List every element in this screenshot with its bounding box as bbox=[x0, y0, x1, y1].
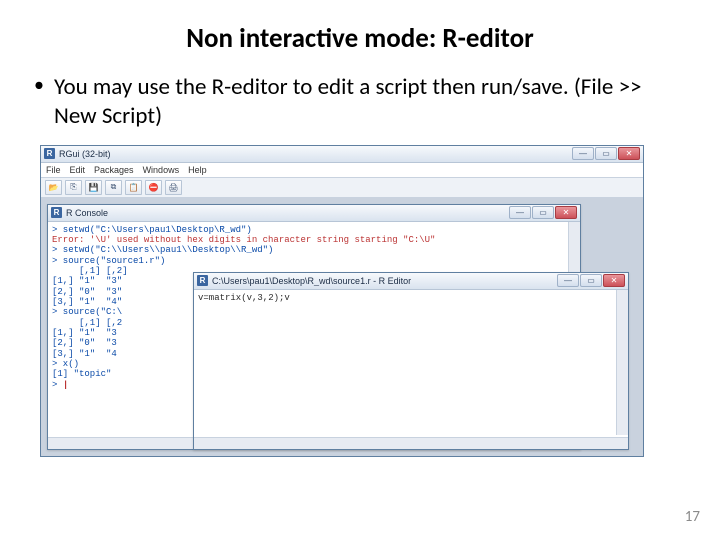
maximize-button[interactable]: ▭ bbox=[595, 147, 617, 160]
print-icon[interactable]: 🖨 bbox=[165, 180, 182, 195]
scrollbar-horizontal[interactable] bbox=[194, 437, 628, 449]
scrollbar-vertical[interactable] bbox=[616, 290, 628, 435]
screenshot-rgui: R RGui (32-bit) — ▭ ✕ File Edit Packages… bbox=[40, 145, 644, 457]
editor-text: v=matrix(v,3,2);v bbox=[194, 290, 628, 306]
editor-body[interactable]: v=matrix(v,3,2);v bbox=[194, 290, 628, 449]
stop-icon[interactable]: ⛔ bbox=[145, 180, 162, 195]
rgui-toolbar: 📂 ⎘ 💾 ⧉ 📋 ⛔ 🖨 bbox=[41, 178, 643, 198]
r-logo-icon: R bbox=[51, 207, 62, 218]
menu-file[interactable]: File bbox=[46, 165, 61, 175]
slide-title: Non interactive mode: R-editor bbox=[34, 22, 686, 55]
maximize-button[interactable]: ▭ bbox=[580, 274, 602, 287]
save-icon[interactable]: 💾 bbox=[85, 180, 102, 195]
close-button[interactable]: ✕ bbox=[603, 274, 625, 287]
bullet-dot: • bbox=[34, 73, 54, 131]
bullet-text: You may use the R-editor to edit a scrip… bbox=[54, 73, 686, 131]
open-icon[interactable]: 📂 bbox=[45, 180, 62, 195]
close-button[interactable]: ✕ bbox=[618, 147, 640, 160]
page-number: 17 bbox=[685, 508, 700, 526]
minimize-button[interactable]: — bbox=[509, 206, 531, 219]
menu-packages[interactable]: Packages bbox=[94, 165, 134, 175]
r-logo-icon: R bbox=[44, 148, 55, 159]
menu-windows[interactable]: Windows bbox=[143, 165, 180, 175]
editor-title-text: C:\Users\pau1\Desktop\R_wd\source1.r - R… bbox=[212, 276, 553, 286]
copy-icon[interactable]: ⧉ bbox=[105, 180, 122, 195]
maximize-button[interactable]: ▭ bbox=[532, 206, 554, 219]
minimize-button[interactable]: — bbox=[572, 147, 594, 160]
rgui-menubar: File Edit Packages Windows Help bbox=[41, 163, 643, 178]
rgui-title-text: RGui (32-bit) bbox=[59, 149, 568, 159]
editor-window-controls: — ▭ ✕ bbox=[557, 274, 625, 287]
r-editor-window: R C:\Users\pau1\Desktop\R_wd\source1.r -… bbox=[193, 272, 629, 450]
console-titlebar: R R Console — ▭ ✕ bbox=[48, 205, 580, 222]
close-button[interactable]: ✕ bbox=[555, 206, 577, 219]
mdi-area: R R Console — ▭ ✕ > setwd("C:\Users\pau1… bbox=[41, 198, 643, 456]
minimize-button[interactable]: — bbox=[557, 274, 579, 287]
r-logo-icon: R bbox=[197, 275, 208, 286]
editor-titlebar: R C:\Users\pau1\Desktop\R_wd\source1.r -… bbox=[194, 273, 628, 290]
rgui-titlebar: R RGui (32-bit) — ▭ ✕ bbox=[41, 146, 643, 163]
load-icon[interactable]: ⎘ bbox=[65, 180, 82, 195]
paste-icon[interactable]: 📋 bbox=[125, 180, 142, 195]
console-window-controls: — ▭ ✕ bbox=[509, 206, 577, 219]
console-title-text: R Console bbox=[66, 208, 505, 218]
rgui-window-controls: — ▭ ✕ bbox=[572, 147, 640, 160]
menu-help[interactable]: Help bbox=[188, 165, 207, 175]
slide-bullet: • You may use the R-editor to edit a scr… bbox=[34, 73, 686, 131]
rgui-window: R RGui (32-bit) — ▭ ✕ File Edit Packages… bbox=[41, 146, 643, 456]
menu-edit[interactable]: Edit bbox=[70, 165, 86, 175]
